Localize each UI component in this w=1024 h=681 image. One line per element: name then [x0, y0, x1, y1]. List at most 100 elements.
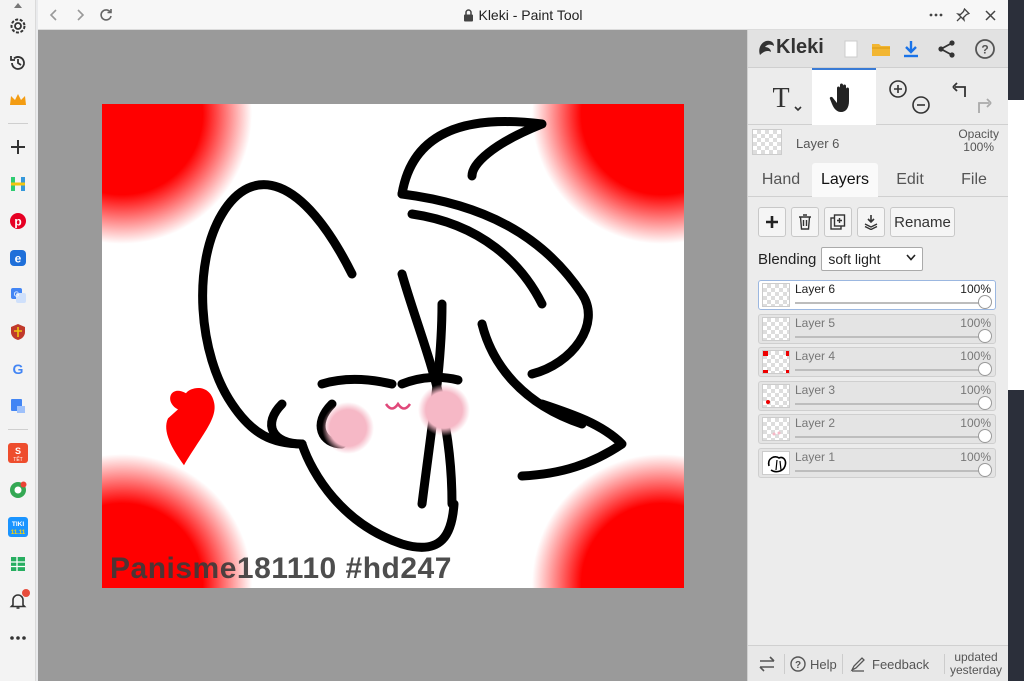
duplicate-layer-button[interactable]: [824, 207, 852, 237]
tab-hand[interactable]: Hand: [752, 163, 810, 197]
layer-row-5[interactable]: Layer 5 100%: [758, 313, 996, 344]
new-file-icon[interactable]: [838, 36, 864, 62]
svg-text:11.11: 11.11: [10, 530, 25, 536]
layer-thumbnail: [762, 350, 790, 374]
history-icon[interactable]: [4, 49, 32, 77]
opacity-slider-knob[interactable]: [978, 362, 992, 376]
svg-text:G: G: [12, 361, 23, 377]
background-dark-block: [1008, 0, 1024, 100]
more-icon[interactable]: [4, 624, 32, 652]
layer-name: Layer 4: [795, 349, 836, 363]
kleki-logo[interactable]: Kleki: [756, 36, 824, 59]
plus-icon: [766, 216, 778, 228]
browser-sidebar: p e G G S TẾT TIKI 11.11: [0, 0, 36, 681]
feedback-link[interactable]: Feedback: [850, 646, 929, 681]
download-icon[interactable]: [898, 36, 924, 62]
layer-opacity: 100%: [960, 315, 991, 330]
opacity-slider-knob[interactable]: [978, 395, 992, 410]
background-dark-block: [1008, 390, 1024, 681]
crown-icon[interactable]: [4, 86, 32, 114]
add-icon[interactable]: [4, 133, 32, 161]
logo-text: Kleki: [776, 36, 824, 58]
tool-bar: T: [748, 68, 1009, 125]
rename-layer-button[interactable]: Rename: [890, 207, 955, 237]
opacity-display: Opacity 100%: [958, 128, 999, 154]
updated-info: updated yesterday: [950, 646, 1002, 681]
bell-icon[interactable]: [4, 587, 32, 615]
panel-footer: ? Help Feedback updated yesterday: [748, 645, 1009, 681]
chrome-alt-icon[interactable]: [4, 476, 32, 504]
more-options-button[interactable]: [925, 5, 947, 25]
translate-icon[interactable]: G: [4, 281, 32, 309]
opacity-slider-track[interactable]: [795, 402, 985, 405]
shopee-icon[interactable]: S TẾT: [4, 439, 32, 467]
help-link[interactable]: ? Help: [790, 646, 837, 681]
help-label: Help: [810, 656, 837, 672]
opacity-slider-knob[interactable]: [978, 429, 992, 443]
translate-doc-icon[interactable]: [4, 392, 32, 420]
layer-opacity: 100%: [960, 416, 991, 430]
svg-text:TIKI: TIKI: [11, 521, 23, 528]
tab-edit[interactable]: Edit: [880, 163, 940, 197]
undo-redo-icon[interactable]: [949, 77, 995, 117]
layer-thumbnail: [762, 283, 790, 307]
layer-row-6[interactable]: Layer 6 100%: [758, 280, 996, 310]
zoom-in-zoom-out-icon[interactable]: [885, 77, 935, 117]
tiki-icon[interactable]: TIKI 11.11: [4, 513, 32, 541]
chevron-down-icon: [906, 252, 916, 264]
delete-layer-button[interactable]: [791, 207, 819, 237]
opacity-slider-knob[interactable]: [978, 295, 992, 309]
app-e-icon[interactable]: e: [4, 244, 32, 272]
opacity-slider-track[interactable]: [795, 469, 985, 472]
shield-app-icon[interactable]: [4, 318, 32, 346]
h-app-icon[interactable]: [4, 170, 32, 198]
canvas-area[interactable]: Panisme181110 #hd247: [38, 30, 747, 681]
help-icon: ?: [790, 656, 806, 672]
settings-icon[interactable]: [4, 12, 32, 40]
opacity-slider-track[interactable]: [795, 369, 985, 371]
text-tool-icon: T: [772, 83, 802, 114]
layer-row-1[interactable]: Layer 1 100%: [758, 447, 996, 478]
svg-text:G: G: [13, 292, 18, 299]
open-folder-icon[interactable]: [868, 36, 894, 62]
sidebar-divider: [7, 123, 28, 124]
layer-row-3[interactable]: Layer 3 100%: [758, 380, 996, 411]
drawing-canvas[interactable]: Panisme181110 #hd247: [102, 104, 684, 588]
tab-file[interactable]: File: [942, 163, 1006, 197]
pinterest-icon[interactable]: p: [4, 207, 32, 235]
pin-button[interactable]: [952, 5, 974, 25]
svg-text:?: ?: [981, 43, 988, 57]
tab-layers[interactable]: Layers: [812, 163, 878, 197]
sidebar-divider: [7, 429, 28, 430]
opacity-slider-knob[interactable]: [978, 462, 992, 477]
google-icon[interactable]: G: [4, 355, 32, 383]
opacity-slider-knob[interactable]: [978, 328, 992, 343]
blending-select[interactable]: soft light: [821, 247, 924, 271]
panel-tabs: Hand Layers Edit File: [748, 163, 1009, 197]
layer-row-4[interactable]: Layer 4 100%: [758, 347, 996, 377]
feedback-label: Feedback: [872, 656, 930, 672]
text-tool[interactable]: T: [758, 68, 808, 125]
kleki-logo-icon: [759, 40, 774, 55]
svg-text:S: S: [14, 446, 20, 456]
title-bar: Kleki - Paint Tool: [38, 0, 1008, 30]
opacity-slider-track[interactable]: [795, 302, 985, 304]
opacity-slider-track[interactable]: [795, 436, 985, 438]
share-icon[interactable]: [934, 36, 960, 62]
zoom-controls: [880, 68, 940, 125]
hand-tool[interactable]: [812, 68, 876, 125]
swap-side-icon[interactable]: [758, 646, 776, 681]
scroll-up-icon[interactable]: [13, 2, 22, 8]
app-window: Kleki - Paint Tool Panisme181110 #hd247 …: [38, 0, 1009, 681]
canvas-caption: Panisme181110 #hd247: [110, 552, 452, 585]
merge-layer-button[interactable]: [857, 207, 885, 237]
layer-name: Layer 1: [795, 449, 836, 464]
add-layer-button[interactable]: [758, 207, 786, 237]
background-app-edge: [1008, 0, 1024, 681]
sheet-icon[interactable]: [4, 550, 32, 578]
blending-row: Blending soft light: [758, 246, 924, 272]
opacity-slider-track[interactable]: [795, 335, 985, 338]
close-button[interactable]: [979, 5, 1001, 25]
layer-row-2[interactable]: Layer 2 100%: [758, 414, 996, 444]
help-circle-icon[interactable]: ?: [972, 36, 998, 62]
